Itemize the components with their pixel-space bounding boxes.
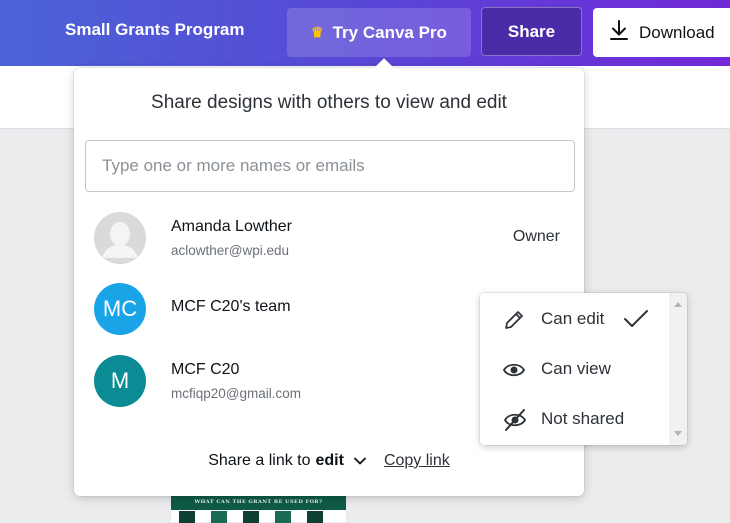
permission-menu: Can edit Can view Not shared xyxy=(480,293,687,445)
download-button[interactable]: Download xyxy=(593,8,730,57)
grid-icon xyxy=(307,511,323,523)
user-silhouette-icon xyxy=(94,212,146,264)
share-panel-title: Share designs with others to view and ed… xyxy=(151,92,507,113)
scroll-up-icon[interactable] xyxy=(674,302,682,307)
try-canva-pro-button[interactable]: ♛ Try Canva Pro xyxy=(287,8,471,57)
permission-option-can-edit[interactable]: Can edit xyxy=(480,299,666,339)
tools-icon xyxy=(243,511,259,523)
scroll-down-icon[interactable] xyxy=(674,431,682,436)
member-name: MCF C20's team xyxy=(171,298,291,315)
share-link-prefix: Share a link to xyxy=(208,452,311,469)
top-bar: Small Grants Program ♛ Try Canva Pro Sha… xyxy=(0,0,730,66)
member-email: aclowther@wpi.edu xyxy=(171,243,290,258)
pencil-icon xyxy=(502,308,526,332)
document-icon xyxy=(275,511,291,523)
share-link-footer: Share a link to edit Copy link xyxy=(74,452,584,470)
thumbnail-band-text: WHAT CAN THE GRANT BE USED FOR? xyxy=(171,494,346,510)
avatar: M xyxy=(94,355,146,407)
chevron-down-icon xyxy=(354,457,366,465)
eye-icon xyxy=(502,358,526,382)
design-thumbnail[interactable]: WHAT CAN THE GRANT BE USED FOR? xyxy=(171,494,346,523)
share-link-mode-dropdown[interactable]: Share a link to edit xyxy=(208,452,384,470)
try-canva-pro-label: Try Canva Pro xyxy=(332,22,447,42)
permission-option-label: Not shared xyxy=(541,409,625,428)
design-title[interactable]: Small Grants Program xyxy=(65,20,245,40)
crown-icon: ♛ xyxy=(311,24,324,40)
member-name: Amanda Lowther xyxy=(171,218,292,235)
share-link-mode: edit xyxy=(315,452,344,469)
permission-option-not-shared[interactable]: Not shared xyxy=(480,399,666,439)
copy-link[interactable]: Copy link xyxy=(384,452,450,470)
permission-option-label: Can view xyxy=(541,359,611,378)
member-email: mcfiqp20@gmail.com xyxy=(171,386,301,401)
share-button[interactable]: Share xyxy=(481,7,582,56)
avatar: MC xyxy=(94,283,146,335)
thumbnail-icons xyxy=(179,511,323,523)
checkmark-icon xyxy=(623,309,649,334)
download-label: Download xyxy=(639,22,715,42)
member-row: Amanda Lowther aclowther@wpi.edu Owner xyxy=(94,212,564,264)
avatar xyxy=(94,212,146,264)
permission-option-label: Can edit xyxy=(541,309,605,328)
member-name: MCF C20 xyxy=(171,361,240,378)
wrench-icon xyxy=(179,511,195,523)
permission-option-can-view[interactable]: Can view xyxy=(480,349,666,389)
download-icon xyxy=(609,19,629,46)
invite-names-input[interactable] xyxy=(85,140,575,192)
permission-menu-scrollbar[interactable] xyxy=(669,293,687,445)
eye-slash-icon xyxy=(502,408,527,432)
member-role: Owner xyxy=(512,228,560,245)
truck-icon xyxy=(211,511,227,523)
